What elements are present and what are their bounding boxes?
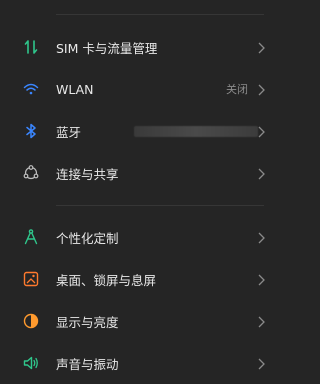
- top-divider: [56, 14, 264, 15]
- connection-sharing-label: 连接与共享: [56, 166, 119, 182]
- bluetooth-icon: [22, 122, 40, 140]
- chevron-right-icon: [256, 124, 266, 138]
- wlan-status-value: 关闭: [226, 83, 248, 96]
- chevron-right-icon: [256, 272, 266, 286]
- chevron-right-icon: [256, 166, 266, 180]
- speaker-icon: [22, 354, 40, 372]
- home-lock-screen-settings-row[interactable]: 桌面、锁屏与息屏: [0, 258, 282, 300]
- sim-card-label: SIM 卡与流量管理: [56, 40, 158, 56]
- bluetooth-settings-row[interactable]: 蓝牙: [0, 110, 282, 152]
- sim-card-settings-row[interactable]: SIM 卡与流量管理: [0, 26, 282, 68]
- sound-vibration-label: 声音与振动: [56, 356, 119, 372]
- chevron-right-icon: [256, 230, 266, 244]
- display-brightness-settings-row[interactable]: 显示与亮度: [0, 300, 282, 342]
- personalization-label: 个性化定制: [56, 230, 119, 246]
- home-lock-screen-label: 桌面、锁屏与息屏: [56, 272, 157, 288]
- chevron-right-icon: [256, 314, 266, 328]
- brightness-icon: [22, 312, 40, 330]
- connection-sharing-settings-row[interactable]: 连接与共享: [0, 152, 282, 194]
- wlan-label: WLAN: [56, 81, 94, 97]
- wallpaper-icon: [22, 270, 40, 288]
- bluetooth-label: 蓝牙: [56, 124, 82, 140]
- wlan-settings-row[interactable]: WLAN 关闭: [0, 68, 282, 110]
- display-brightness-label: 显示与亮度: [56, 314, 119, 330]
- chevron-right-icon: [256, 40, 266, 54]
- section-divider: [56, 205, 264, 206]
- wifi-icon: [22, 80, 40, 98]
- chevron-right-icon: [256, 356, 266, 370]
- blurred-device-name: [134, 125, 258, 137]
- personalization-settings-row[interactable]: 个性化定制: [0, 216, 282, 258]
- chevron-right-icon: [256, 82, 266, 96]
- share-nodes-icon: [22, 164, 40, 182]
- compass-icon: [22, 228, 40, 246]
- sim-arrows-icon: [22, 38, 40, 56]
